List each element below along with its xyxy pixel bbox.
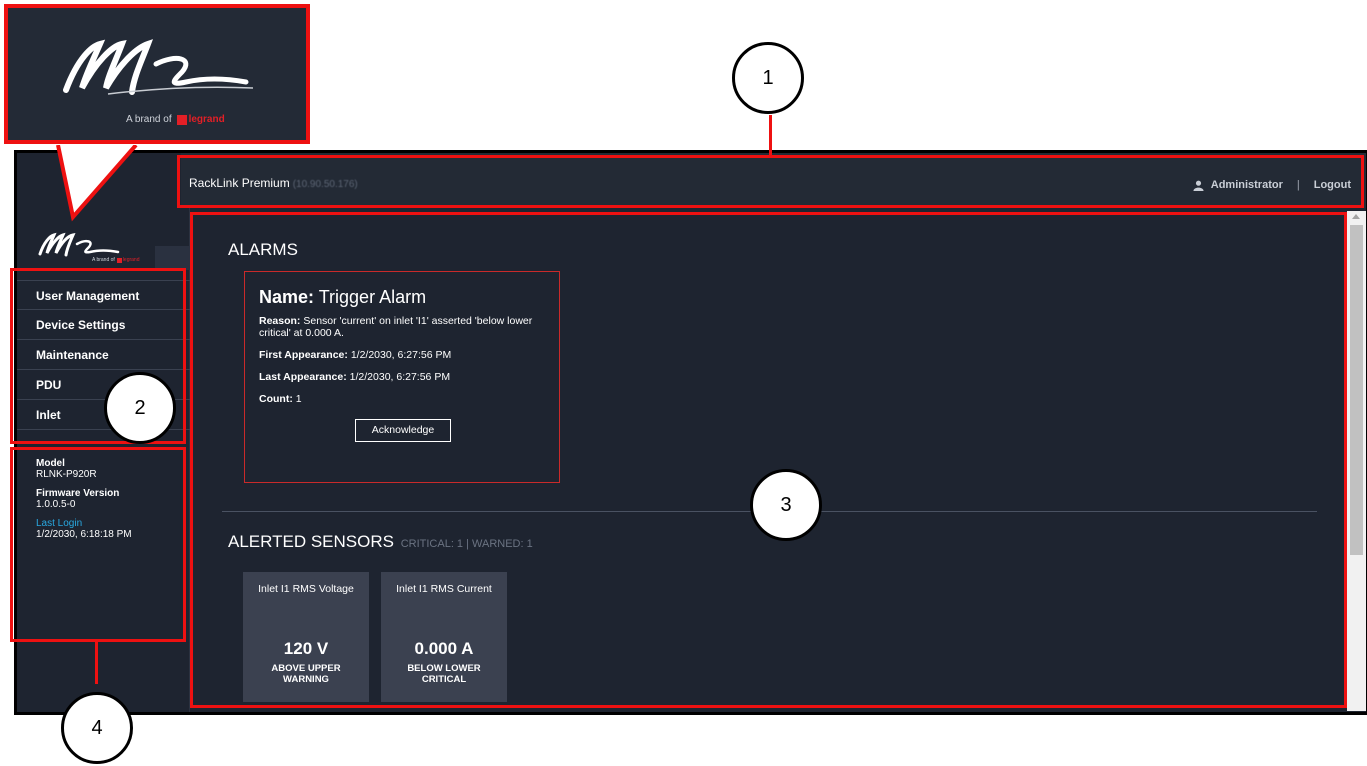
content-highlight-box (190, 212, 1347, 708)
sidebar-logo-brand: legrand (122, 257, 140, 263)
callout-4: 4 (61, 692, 133, 764)
legrand-mark-small-icon (116, 257, 122, 263)
info-highlight-box (10, 447, 186, 642)
callout-pointer (56, 145, 138, 222)
logo-zoom-callout: A brand of legrand (4, 4, 310, 144)
legrand-mark-icon (176, 114, 187, 125)
callout-2: 2 (104, 372, 176, 444)
header-highlight-box (177, 155, 1364, 208)
vertical-scrollbar[interactable] (1347, 211, 1366, 711)
callout-1: 1 (732, 42, 804, 114)
scroll-up-arrow-icon[interactable] (1352, 214, 1360, 219)
scroll-thumb[interactable] (1350, 225, 1363, 555)
callout-4-leader (95, 642, 98, 684)
logo-zoom-brand: legrand (188, 114, 225, 125)
logo-bar (155, 246, 190, 270)
logo-zoom-text: A brand of (126, 114, 172, 125)
sidebar-logo: A brand of legrand (32, 220, 152, 268)
callout-1-leader (769, 115, 772, 157)
callout-3: 3 (750, 469, 822, 541)
sidebar-logo-text: A brand of (92, 257, 115, 263)
